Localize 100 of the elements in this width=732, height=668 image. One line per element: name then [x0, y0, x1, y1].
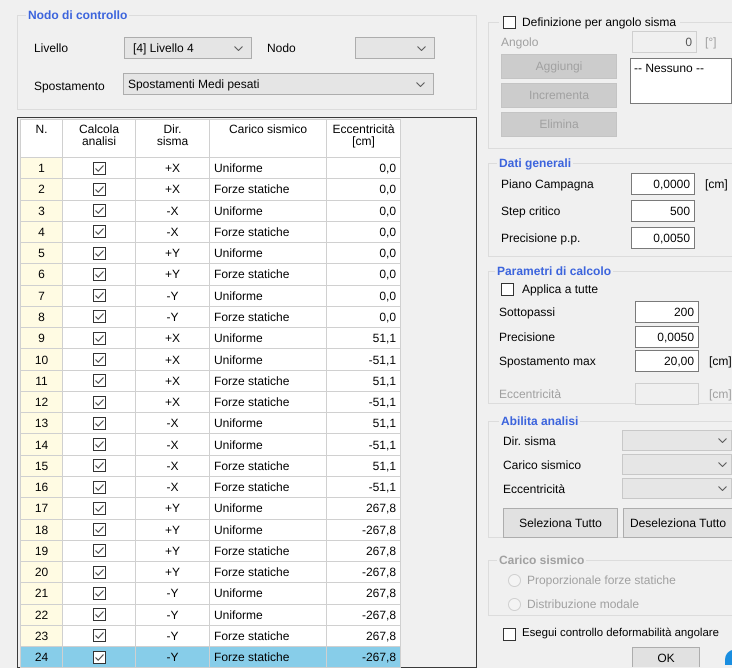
dropdown[interactable]: Spostamenti Medi pesati	[123, 73, 434, 95]
table-cell: -X	[136, 434, 210, 456]
field-label: Nodo	[267, 41, 297, 55]
table-cell: Forze statiche	[210, 178, 326, 200]
checkbox[interactable]	[92, 566, 106, 579]
list-box[interactable]: -- Nessuno --	[630, 58, 732, 104]
row-number: 24	[20, 646, 62, 668]
checkbox[interactable]	[92, 268, 106, 281]
table-cell: -267,8	[326, 562, 400, 583]
checkbox[interactable]	[92, 332, 106, 345]
checkbox[interactable]	[92, 608, 106, 622]
table-cell: +X	[136, 370, 210, 392]
input-field[interactable]: 20,00	[635, 350, 699, 372]
table-cell: -Y	[136, 306, 210, 328]
ok-button[interactable]: OK	[632, 647, 700, 667]
table-cell: 0,0	[326, 306, 400, 328]
field-label: Sottopassi	[499, 305, 556, 319]
input-field[interactable]: 500	[631, 200, 695, 222]
action-button[interactable]: Deseleziona Tutto	[622, 508, 732, 538]
table-cell: -X	[136, 476, 210, 498]
table-cell: 0,0	[326, 200, 400, 222]
input-field[interactable]	[635, 382, 699, 404]
checkbox-label: Definizione per angolo sisma	[522, 15, 676, 29]
input-field[interactable]: 200	[635, 301, 699, 323]
row-number: 7	[20, 285, 62, 306]
checkbox[interactable]	[92, 480, 106, 494]
group-title: Parametri di calcolo	[496, 264, 612, 278]
table-cell: -Y	[136, 604, 210, 626]
checkbox[interactable]	[92, 396, 106, 409]
table-cell: Forze statiche	[210, 264, 326, 286]
checkbox[interactable]	[92, 650, 106, 664]
field-label: Piano Campagna	[501, 177, 595, 191]
row-number: 17	[20, 498, 62, 520]
table-cell: Forze statiche	[210, 391, 326, 413]
action-button[interactable]: Seleziona Tutto	[503, 508, 618, 538]
field-label: Livello	[34, 41, 70, 55]
caret-icon	[718, 438, 727, 443]
table-cell: Uniforme	[210, 285, 326, 306]
checkbox[interactable]	[92, 374, 106, 388]
checkbox[interactable]	[92, 225, 106, 238]
checkbox[interactable]	[92, 162, 106, 175]
checkbox[interactable]	[92, 523, 106, 536]
table-cell: Forze statiche	[210, 540, 326, 562]
radio-label: Distribuzione modale	[527, 597, 640, 611]
column-header: Carico sismico	[210, 120, 326, 158]
checkbox[interactable]	[92, 416, 106, 430]
field-label: Step critico	[501, 204, 562, 218]
checkbox[interactable]	[92, 289, 106, 302]
field-label: Eccentricità	[499, 386, 562, 400]
radio-label: Proporzionale forze statiche	[527, 573, 676, 587]
checkbox[interactable]	[92, 586, 106, 600]
table-cell: 51,1	[326, 412, 400, 434]
row-number: 2	[20, 178, 62, 200]
input-field[interactable]: 0,0050	[635, 326, 699, 348]
table-cell: Forze statiche	[210, 476, 326, 498]
row-number: 23	[20, 625, 62, 647]
checkbox[interactable]	[501, 282, 514, 296]
row-number: 19	[20, 540, 62, 562]
column-header: Eccentricità [cm]	[326, 120, 400, 158]
row-number: 4	[20, 221, 62, 243]
checkbox[interactable]	[503, 16, 516, 28]
list-item[interactable]: -- Nessuno --	[634, 61, 728, 75]
table-cell: +X	[136, 348, 210, 370]
checkbox[interactable]	[92, 182, 106, 196]
table-cell: Uniforme	[210, 434, 326, 456]
table-cell: -267,8	[326, 519, 400, 540]
dropdown[interactable]: [4] Livello 4	[124, 37, 252, 59]
checkbox[interactable]	[503, 628, 516, 641]
table-cell: Uniforme	[210, 498, 326, 520]
row-number: 21	[20, 582, 62, 604]
checkbox[interactable]	[92, 544, 106, 558]
input-field[interactable]: 0,0050	[631, 227, 695, 249]
checkbox[interactable]	[92, 459, 106, 472]
table-cell: 0,0	[326, 264, 400, 286]
checkbox[interactable]	[92, 353, 106, 366]
table-cell: +X	[136, 158, 210, 179]
checkbox[interactable]	[92, 246, 106, 260]
table-cell: -51,1	[326, 391, 400, 413]
table-cell: -X	[136, 200, 210, 222]
row-number: 14	[20, 434, 62, 456]
table-cell: Uniforme	[210, 158, 326, 179]
checkbox[interactable]	[92, 629, 106, 642]
table-cell: 267,8	[326, 498, 400, 520]
table-cell: +X	[136, 328, 210, 349]
checkbox[interactable]	[92, 310, 106, 324]
caret-icon	[234, 46, 243, 50]
table-cell: -267,8	[326, 646, 400, 668]
field-label: Precisione	[499, 330, 556, 344]
checkbox[interactable]	[92, 502, 106, 515]
row-number: 11	[20, 370, 62, 392]
input-field[interactable]: 0,0000	[631, 173, 695, 195]
table-cell: -X	[136, 221, 210, 243]
unit-label: [cm]	[705, 177, 728, 191]
table-cell: Uniforme	[210, 519, 326, 540]
checkbox[interactable]	[92, 204, 106, 218]
table-cell: 0,0	[326, 242, 400, 264]
checkbox[interactable]	[92, 438, 106, 452]
table-cell: -Y	[136, 646, 210, 668]
table-row[interactable]: 24 -Y Forze statiche -267,8	[20, 646, 400, 668]
help-icon[interactable]	[725, 650, 732, 665]
